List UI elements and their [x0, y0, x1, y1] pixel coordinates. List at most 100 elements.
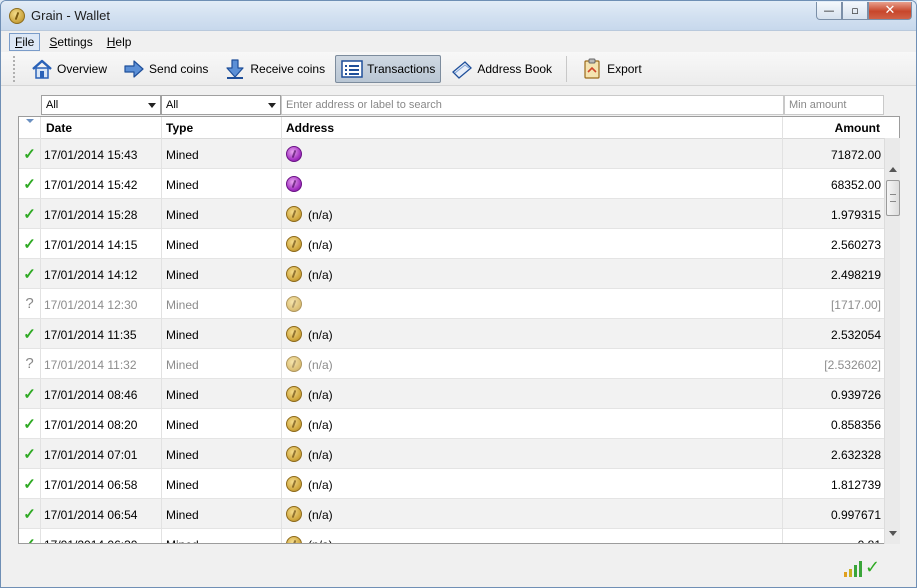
- confirmed-check-icon: ✓: [19, 259, 41, 289]
- status-bar: ✓: [1, 551, 916, 587]
- table-row[interactable]: ✓ 17/01/2014 14:15 Mined (n/a) 2.560273: [19, 229, 885, 259]
- table-row[interactable]: ? 17/01/2014 11:32 Mined (n/a) [2.532602]: [19, 349, 885, 379]
- date-cell: 17/01/2014 15:43: [41, 139, 162, 169]
- amount-cell: 0.997671: [830, 508, 881, 522]
- confirmed-check-icon: ✓: [19, 379, 41, 409]
- address-cell: (n/a): [282, 529, 783, 543]
- receive-coins-label: Receive coins: [250, 61, 326, 76]
- table-row[interactable]: ✓ 17/01/2014 15:28 Mined (n/a) 1.979315: [19, 199, 885, 229]
- address-search-input[interactable]: Enter address or label to search: [281, 95, 784, 115]
- date-cell: 17/01/2014 08:20: [41, 409, 162, 439]
- date-filter-select[interactable]: All: [41, 95, 161, 115]
- home-icon: [32, 59, 52, 79]
- menu-bar: File Settings Help: [1, 31, 916, 52]
- date-column-header[interactable]: Date: [41, 117, 162, 139]
- date-cell: 17/01/2014 15:28: [41, 199, 162, 229]
- scroll-up-icon[interactable]: [885, 162, 901, 178]
- type-cell: Mined: [162, 289, 282, 319]
- pending-status-icon: ?: [19, 349, 41, 379]
- type-cell: Mined: [162, 529, 282, 543]
- mined-coin-icon: [286, 296, 302, 312]
- type-cell: Mined: [162, 409, 282, 439]
- table-row[interactable]: ✓ 17/01/2014 15:43 Mined 71872.00: [19, 139, 885, 169]
- transactions-list-icon: [341, 59, 363, 78]
- confirmed-check-icon: ✓: [19, 439, 41, 469]
- address-cell: [282, 289, 783, 319]
- status-column-header[interactable]: [19, 117, 41, 139]
- confirmed-check-icon: ✓: [19, 139, 41, 169]
- export-label: Export: [607, 61, 642, 76]
- table-row[interactable]: ? 17/01/2014 12:30 Mined [1717.00]: [19, 289, 885, 319]
- date-cell: 17/01/2014 11:35: [41, 319, 162, 349]
- receive-coins-button[interactable]: Receive coins: [218, 55, 331, 83]
- mined-coin-icon: [286, 506, 302, 522]
- overview-button[interactable]: Overview: [25, 55, 113, 83]
- table-row[interactable]: ✓ 17/01/2014 06:54 Mined (n/a) 0.997671: [19, 499, 885, 529]
- title-bar[interactable]: Grain - Wallet — ▫ ✕: [1, 1, 916, 31]
- amount-cell: 2.532054: [830, 328, 881, 342]
- table-row[interactable]: ✓ 17/01/2014 07:01 Mined (n/a) 2.632328: [19, 439, 885, 469]
- confirmed-check-icon: ✓: [19, 199, 41, 229]
- address-cell: [282, 169, 783, 199]
- table-row[interactable]: ✓ 17/01/2014 11:35 Mined (n/a) 2.532054: [19, 319, 885, 349]
- transactions-table: Date Type Address Amount ✓ 17/01/2014 15:…: [18, 116, 900, 544]
- minimize-button[interactable]: —: [816, 2, 842, 20]
- amount-cell: 68352.00: [830, 178, 881, 192]
- scroll-thumb[interactable]: [886, 180, 900, 216]
- close-button[interactable]: ✕: [868, 2, 912, 20]
- address-column-header[interactable]: Address: [282, 117, 783, 139]
- table-row[interactable]: ✓ 17/01/2014 14:12 Mined (n/a) 2.498219: [19, 259, 885, 289]
- address-cell: (n/a): [282, 319, 783, 349]
- pending-status-icon: ?: [19, 289, 41, 319]
- address-book-button[interactable]: Address Book: [445, 55, 558, 83]
- mined-coin-icon: [286, 476, 302, 492]
- receive-arrow-icon: [226, 58, 244, 79]
- amount-cell: 0.81: [783, 529, 885, 543]
- mined-coin-icon: [286, 326, 302, 342]
- scroll-down-icon[interactable]: [885, 526, 901, 542]
- table-row[interactable]: ✓ 17/01/2014 08:46 Mined (n/a) 0.939726: [19, 379, 885, 409]
- amount-cell: [1717.00]: [830, 298, 881, 312]
- grain-coin-icon: [9, 8, 25, 24]
- filter-row: All All Enter address or label to search…: [18, 95, 884, 115]
- menu-help[interactable]: Help: [102, 34, 137, 50]
- table-header: Date Type Address Amount: [19, 117, 885, 139]
- confirmed-check-icon: ✓: [19, 529, 41, 543]
- date-cell: 17/01/2014 14:12: [41, 259, 162, 289]
- date-cell: 17/01/2014 06:54: [41, 499, 162, 529]
- amount-cell: 1.979315: [830, 208, 881, 222]
- vertical-scrollbar[interactable]: [884, 138, 900, 544]
- menu-settings[interactable]: Settings: [44, 34, 97, 50]
- type-filter-value: All: [166, 99, 179, 111]
- type-filter-select[interactable]: All: [161, 95, 281, 115]
- amount-cell: 2.560273: [830, 238, 881, 252]
- type-cell: Mined: [162, 199, 282, 229]
- date-cell: 17/01/2014 08:46: [41, 379, 162, 409]
- mined-coin-icon: [286, 206, 302, 222]
- transactions-button[interactable]: Transactions: [335, 54, 442, 83]
- export-button[interactable]: Export: [575, 55, 648, 83]
- table-row[interactable]: ✓ 17/01/2014 08:20 Mined (n/a) 0.858356: [19, 409, 885, 439]
- table-row[interactable]: ✓ 17/01/2014 06:58 Mined (n/a) 1.812739: [19, 469, 885, 499]
- type-cell: Mined: [162, 259, 282, 289]
- address-cell: (n/a): [282, 229, 783, 259]
- confirmed-check-icon: ✓: [19, 499, 41, 529]
- maximize-button[interactable]: ▫: [842, 2, 868, 20]
- date-cell: 17/01/2014 14:15: [41, 229, 162, 259]
- type-column-header[interactable]: Type: [162, 117, 282, 139]
- synced-check-icon: ✓: [865, 557, 881, 578]
- toolbar: Overview Send coins Receive coins Transa…: [1, 52, 916, 86]
- table-row[interactable]: ✓17/01/2014 06:30Mined(n/a)0.81: [19, 529, 885, 543]
- mined-coin-purple-icon: [286, 176, 302, 192]
- send-coins-button[interactable]: Send coins: [117, 55, 214, 83]
- mined-coin-icon: [286, 236, 302, 252]
- address-cell: (n/a): [282, 379, 783, 409]
- toolbar-grip[interactable]: [13, 55, 17, 82]
- address-cell: (n/a): [282, 499, 783, 529]
- min-amount-input[interactable]: Min amount: [784, 95, 884, 115]
- date-cell: 17/01/2014 12:30: [41, 289, 162, 319]
- chevron-down-icon: [148, 103, 156, 108]
- menu-file[interactable]: File: [9, 32, 41, 51]
- table-row[interactable]: ✓ 17/01/2014 15:42 Mined 68352.00: [19, 169, 885, 199]
- amount-column-header[interactable]: Amount: [783, 117, 885, 139]
